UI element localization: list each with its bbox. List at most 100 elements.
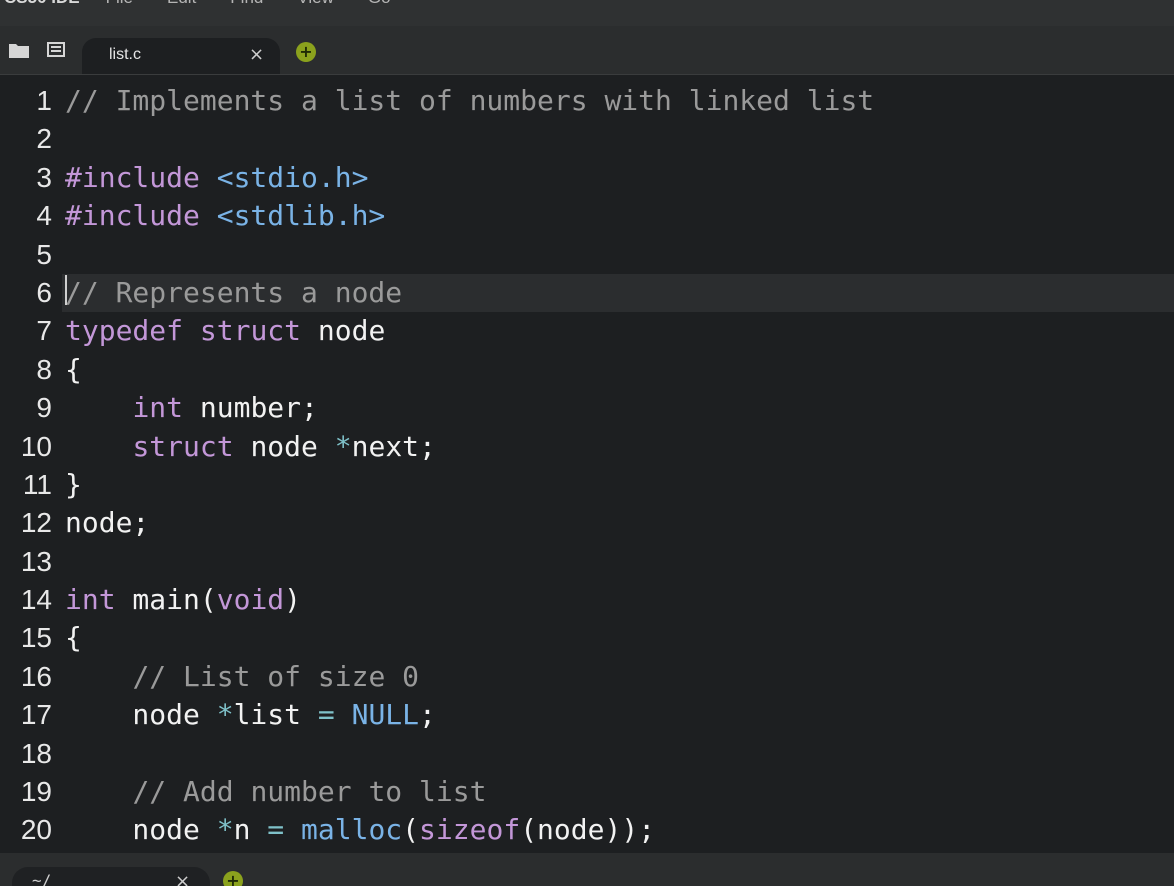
console-tab-label: ~/ [32,871,52,886]
code-token: #include [65,160,200,194]
line-number: 16 [20,660,52,692]
code-line[interactable]: // Add number to list [62,773,1174,811]
line-number: 6 [36,276,52,308]
menu-row: CS50 IDE File Edit Find View Go [4,0,425,10]
line-number: 9 [36,392,52,424]
line-number: 12 [20,507,52,539]
menu-bar: CS50 IDE File Edit Find View Go [0,0,1174,26]
code-line[interactable]: } [62,466,1174,504]
code-token: int [65,583,116,617]
code-token: // Represents a node [65,275,403,309]
line-number: 17 [20,699,52,731]
code-token: { [65,352,82,386]
code-token: sizeof [419,813,521,847]
code-token: <stdio.h> [216,160,369,194]
plus-icon[interactable]: + [223,871,243,886]
code-token: main( [115,583,217,617]
line-number: 1 [36,85,52,116]
menu-file[interactable]: File [106,0,133,10]
code-line[interactable] [62,236,1174,274]
line-number: 14 [20,584,52,616]
code-line[interactable]: // List of size 0 [62,658,1174,696]
code-token: number; [183,391,318,425]
code-line[interactable]: typedef struct node [62,312,1174,350]
code-line[interactable]: // Implements a list of numbers with lin… [62,82,1174,120]
tab-bar: list.c × + [0,26,1174,75]
code-token: } [65,467,82,501]
code-line[interactable]: node; [62,504,1174,542]
code-token: node [301,314,386,348]
folder-icon[interactable] [8,42,30,64]
menu-go[interactable]: Go [368,0,391,10]
menu-view[interactable]: View [297,0,334,10]
code-token: * [216,698,234,732]
code-line[interactable]: // Represents a node [62,273,1174,313]
close-icon[interactable]: × [249,45,264,65]
code-line[interactable]: struct node *next; [62,428,1174,466]
outline-icon[interactable] [46,42,66,63]
menu-find[interactable]: Find [230,0,263,10]
line-number: 20 [20,814,52,846]
console-tab[interactable]: ~/ × [12,867,210,886]
code-line[interactable] [62,735,1174,773]
line-number: 13 [20,545,52,577]
code-token: #include [65,199,200,233]
line-number: 8 [36,353,52,385]
code-token: struct [132,429,234,463]
code-token: * [216,813,234,847]
code-token: (node)); [520,813,656,847]
code-token: node; [65,506,150,540]
code-token: * [334,429,352,463]
line-number: 19 [20,776,52,808]
code-line[interactable]: int number; [62,389,1174,427]
code-line[interactable] [62,120,1174,158]
code-token: node [233,429,335,463]
code-line[interactable]: #include <stdlib.h> [62,197,1174,235]
code-token: <stdlib.h> [216,199,386,233]
console-bar: ~/ × + [0,853,1174,886]
code-token: void [216,583,285,617]
code-token: ( [402,813,420,847]
line-number: 7 [36,315,52,347]
code-line[interactable]: { [62,351,1174,389]
plus-icon[interactable]: + [296,42,316,62]
code-token: int [132,391,184,425]
code-editor[interactable]: 1 2 3 4 5 6 7 8 9 10 11 12 13 14 15 16 17 18 19 20 // Imple… [0,75,1174,853]
code-token: list [233,698,318,732]
close-icon[interactable]: × [175,872,190,886]
line-number: 5 [36,238,52,270]
tab-label: list.c [109,46,141,63]
menu-edit[interactable]: Edit [167,0,196,10]
line-number: 3 [36,161,52,193]
line-number: 10 [20,430,52,462]
code-token: // Add number to list [132,775,487,809]
code-line[interactable]: node *n = malloc(sizeof(node)); [62,811,1174,849]
tab-list-c[interactable]: list.c × [82,38,280,74]
code-line[interactable]: int main(void) [62,581,1174,619]
line-number: 4 [36,200,52,232]
code-token: malloc [301,813,403,847]
code-token: struct [199,314,302,348]
code-token: // Implements a list of numbers with lin… [65,84,875,117]
code-token: typedef [65,314,184,348]
line-number: 11 [22,468,52,500]
code-line[interactable]: { [62,619,1174,657]
code-line[interactable] [62,543,1174,581]
code-token: ) [284,583,302,617]
code-line[interactable]: node *list = NULL; [62,696,1174,734]
code-token: { [65,621,82,655]
code-area[interactable]: // Implements a list of numbers with lin… [62,82,1174,850]
code-token: // List of size 0 [132,659,420,693]
line-number-gutter: 1 2 3 4 5 6 7 8 9 10 11 12 13 14 15 16 17 18 19 20 [0,82,62,850]
code-line[interactable]: #include <stdio.h> [62,159,1174,197]
line-number: 15 [20,622,52,654]
